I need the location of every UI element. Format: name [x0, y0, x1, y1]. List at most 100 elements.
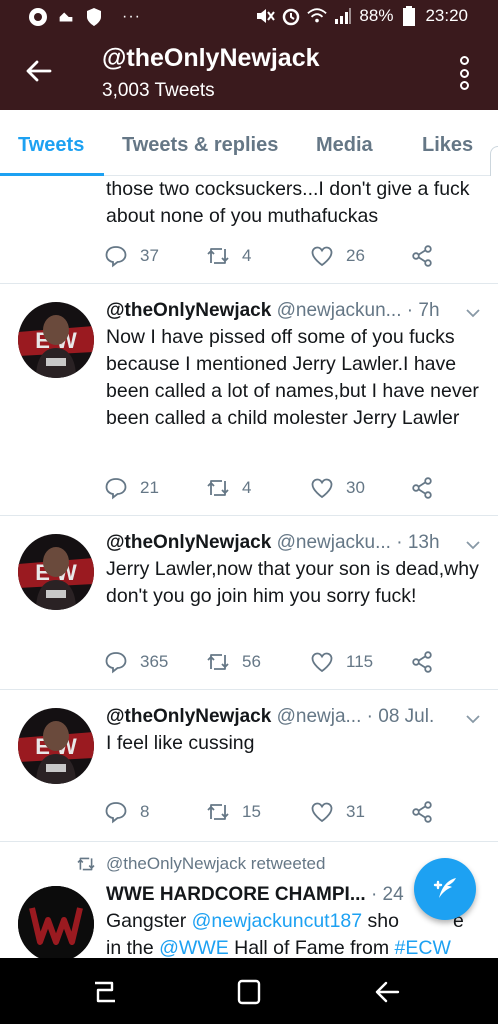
clock: 23:20 — [425, 6, 468, 25]
more-options-button[interactable] — [458, 56, 470, 90]
text-segment: sho — [362, 910, 399, 932]
author-name[interactable]: @theOnlyNewjack — [106, 706, 271, 727]
tweet-item[interactable]: E W @theOnlyNewjack @newja... · 08 Jul. … — [0, 690, 498, 842]
retweet-icon — [207, 248, 229, 264]
tweet-text: Jerry Lawler,now that your son is dead,w… — [106, 558, 479, 607]
avatar[interactable]: E W — [18, 302, 94, 378]
heart-icon — [311, 478, 333, 499]
tweet-item[interactable]: E W @theOnlyNewjack @newjacku... · 13h J… — [0, 516, 498, 690]
chevron-down-icon[interactable] — [466, 540, 480, 550]
home-button[interactable] — [234, 978, 264, 1006]
author-handle[interactable]: @newjacku... — [277, 532, 391, 553]
profile-title: @theOnlyNewjack — [102, 44, 320, 72]
overflow-indicator: ··· — [122, 8, 141, 25]
retweet-count: 4 — [242, 478, 252, 497]
share-button[interactable] — [410, 650, 434, 674]
reply-count: 8 — [140, 802, 150, 821]
heart-icon — [311, 802, 333, 823]
tweet-actions: 365 56 115 — [104, 650, 444, 674]
chevron-down-icon[interactable] — [466, 308, 480, 318]
like-count: 31 — [346, 802, 365, 821]
chevron-down-icon[interactable] — [466, 714, 480, 724]
author-handle[interactable]: @newjackun... — [277, 300, 402, 321]
tweet-item[interactable]: E W @theOnlyNewjack @newjackun... · 7h N… — [0, 284, 498, 516]
tweet-item[interactable]: those two cocksuckers...I don't give a f… — [0, 176, 498, 284]
text-segment: Hall of Fame from — [228, 937, 395, 958]
like-count: 26 — [346, 246, 365, 265]
author-name[interactable]: WWE HARDCORE CHAMPI... — [106, 884, 366, 905]
avatar[interactable]: E W — [18, 708, 94, 784]
signal-icon — [333, 6, 353, 26]
mute-icon — [255, 6, 276, 26]
retweeted-by-label[interactable]: @theOnlyNewjack retweeted — [106, 854, 325, 874]
tweet-actions: 21 4 30 — [104, 476, 444, 500]
tweet-actions: 37 4 26 — [104, 244, 444, 268]
share-button[interactable] — [410, 476, 434, 500]
tweet-text: Now I have pissed off some of you fucks … — [106, 326, 479, 429]
like-button[interactable]: 31 — [310, 800, 365, 824]
avatar[interactable]: E W — [18, 534, 94, 610]
tweet-feed[interactable]: those two cocksuckers...I don't give a f… — [0, 176, 498, 958]
alarm-icon — [281, 6, 301, 26]
retweet-icon — [207, 654, 229, 670]
reply-button[interactable]: 37 — [104, 244, 159, 268]
share-icon — [412, 477, 432, 499]
author-name[interactable]: @theOnlyNewjack — [106, 532, 271, 553]
mention-link[interactable]: @WWE — [159, 937, 229, 958]
mention-link[interactable]: @newjackuncut187 — [192, 910, 362, 932]
retweet-icon — [207, 804, 229, 820]
heart-icon — [311, 652, 333, 673]
reply-icon — [105, 246, 127, 268]
profile-app-bar: @theOnlyNewjack 3,003 Tweets — [0, 36, 498, 110]
tab-media[interactable]: Media — [316, 134, 373, 157]
reply-count: 365 — [140, 652, 169, 671]
profile-photo: E W — [18, 708, 94, 784]
hashtag-link[interactable]: #ECW — [395, 937, 451, 958]
tweet-text: those two cocksuckers...I don't give a f… — [106, 178, 470, 227]
retweet-count: 56 — [242, 652, 261, 671]
reply-count: 21 — [140, 478, 159, 497]
wifi-icon — [307, 6, 328, 26]
author-handle[interactable]: @newja... — [277, 706, 362, 727]
cloud-icon — [56, 7, 76, 27]
retweet-button[interactable]: 15 — [206, 800, 261, 824]
tweet-actions: 8 15 31 — [104, 800, 444, 824]
like-count: 30 — [346, 478, 365, 497]
tab-likes[interactable]: Likes — [422, 134, 473, 157]
back-button[interactable] — [24, 56, 54, 86]
tweet-time: · 13h — [396, 532, 440, 553]
recent-apps-button[interactable] — [90, 978, 120, 1006]
reply-button[interactable]: 8 — [104, 800, 149, 824]
retweet-button[interactable]: 56 — [206, 650, 261, 674]
battery-icon — [399, 6, 419, 26]
author-name[interactable]: @theOnlyNewjack — [106, 300, 271, 321]
retweet-button[interactable]: 4 — [206, 244, 251, 268]
reply-icon — [105, 478, 127, 500]
system-nav-bar — [0, 958, 498, 1024]
profile-photo: E W — [18, 302, 94, 378]
reply-button[interactable]: 365 — [104, 650, 168, 674]
compose-tweet-button[interactable] — [414, 858, 476, 920]
shield-icon — [84, 7, 104, 27]
compose-feather-icon — [433, 878, 456, 898]
retweet-count: 4 — [242, 246, 252, 265]
text-segment: Gangster — [106, 910, 192, 932]
retweet-button[interactable]: 4 — [206, 476, 251, 500]
profile-photo: E W — [18, 534, 94, 610]
retweet-count: 15 — [242, 802, 261, 821]
tab-tweets[interactable]: Tweets — [18, 134, 84, 157]
retweet-icon — [207, 480, 229, 496]
back-nav-button[interactable] — [372, 978, 402, 1006]
reply-button[interactable]: 21 — [104, 476, 159, 500]
tab-tweets-and-replies[interactable]: Tweets & replies — [122, 134, 278, 157]
like-button[interactable]: 30 — [310, 476, 365, 500]
tweet-time: · 24 — [370, 884, 404, 905]
like-button[interactable]: 115 — [310, 650, 373, 674]
share-icon — [412, 801, 432, 823]
avatar[interactable] — [18, 886, 94, 958]
like-button[interactable]: 26 — [310, 244, 365, 268]
reply-icon — [105, 652, 127, 674]
like-count: 115 — [346, 652, 374, 671]
share-button[interactable] — [410, 244, 434, 268]
share-button[interactable] — [410, 800, 434, 824]
